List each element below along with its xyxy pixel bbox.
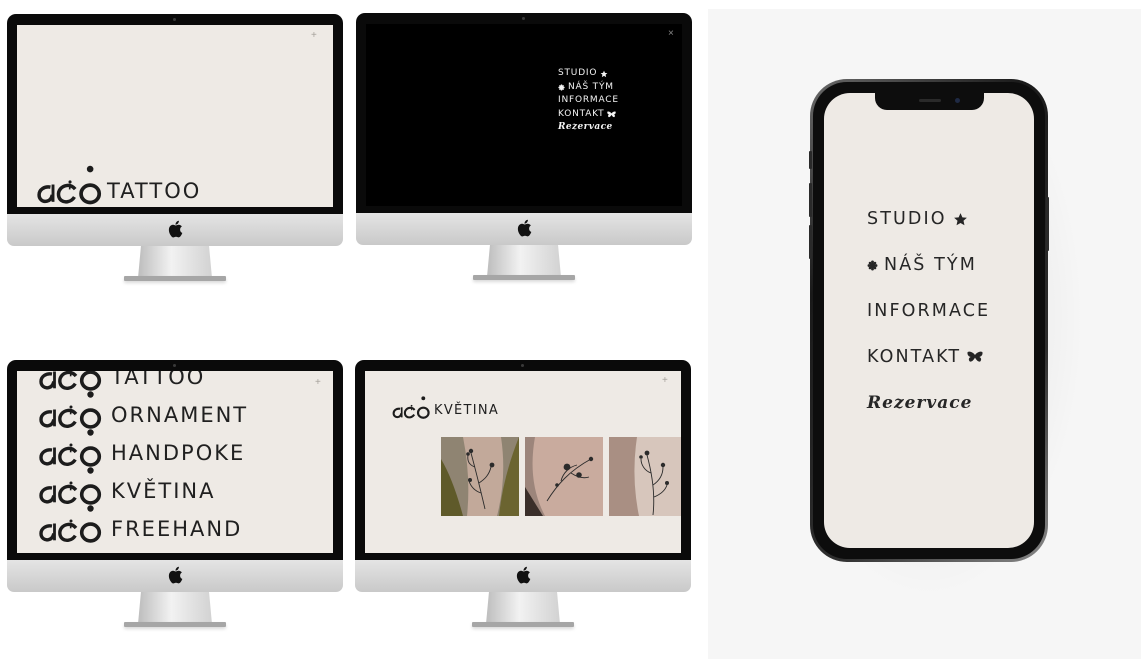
menu-item-rezervace[interactable]: Rezervace [558, 121, 619, 135]
apple-logo-icon [515, 566, 531, 584]
style-label: ORNAMENT [111, 403, 249, 427]
brand-word: TATTOO [107, 179, 202, 203]
mobile-menu: STUDIO NÁŠ TÝM INFORMACE KONTAKT Rezerva… [867, 196, 990, 426]
plus-icon[interactable]: + [311, 31, 317, 41]
menu-item-label: KONTAKT [558, 108, 605, 119]
menu-item-label: INFORMACE [558, 95, 619, 106]
brand-logo-icon [34, 371, 106, 391]
phone-camera [955, 98, 960, 103]
style-label: HANDPOKE [111, 441, 246, 465]
style-label: FREEHAND [111, 517, 243, 541]
menu-item-label: NÁŠ TÝM [884, 255, 977, 275]
plus-icon[interactable]: + [315, 378, 321, 388]
style-row-tattoo[interactable]: TATTOO [34, 371, 205, 391]
iphone-mockup: STUDIO NÁŠ TÝM INFORMACE KONTAKT Rezerva… [809, 79, 1049, 562]
menu-item-informace[interactable]: INFORMACE [558, 94, 619, 108]
style-row-freehand[interactable]: FREEHAND [34, 503, 242, 543]
apple-logo-icon [516, 219, 532, 237]
imac-frame: + TATTOO ORNAMENT HANDPOKE KVĚTINA FREEH… [7, 360, 343, 560]
menu-item-nas-tym[interactable]: NÁŠ TÝM [558, 81, 619, 95]
styles-screen: + TATTOO ORNAMENT HANDPOKE KVĚTINA FREEH… [17, 371, 333, 553]
imac-gallery-mockup: + KVĚTINA [355, 360, 691, 630]
phone-bezel: STUDIO NÁŠ TÝM INFORMACE KONTAKT Rezerva… [813, 82, 1045, 559]
tattoo-photo[interactable] [441, 437, 519, 516]
brand-logo-icon [36, 163, 102, 205]
star-icon [953, 212, 968, 227]
star-icon [600, 70, 608, 78]
imac-stand [486, 592, 560, 624]
style-row-kvetina[interactable]: KVĚTINA [34, 465, 216, 505]
phone-side-button [809, 225, 812, 259]
mobile-menu-item-studio[interactable]: STUDIO [867, 196, 990, 242]
plus-icon[interactable]: + [662, 376, 668, 386]
home-brand[interactable]: TATTOO [36, 163, 201, 205]
camera-dot [173, 364, 176, 367]
home-screen: + TATTOO [17, 25, 333, 207]
style-row-ornament[interactable]: ORNAMENT [34, 389, 248, 429]
menu-item-studio[interactable]: STUDIO [558, 67, 619, 81]
desktop-menu: STUDIO NÁŠ TÝM INFORMACE KONTAKT Rezerva… [558, 67, 619, 135]
menu-screen: × STUDIO NÁŠ TÝM INFORMACE KONTAKT Rezer… [366, 24, 682, 206]
style-label: TATTOO [111, 371, 206, 389]
imac-styles-mockup: + TATTOO ORNAMENT HANDPOKE KVĚTINA FREEH… [7, 360, 343, 630]
flower-icon [558, 84, 565, 91]
menu-item-label: Rezervace [558, 122, 613, 133]
tattoo-photo[interactable] [525, 437, 603, 516]
gallery-heading: KVĚTINA [391, 395, 499, 419]
menu-item-label: NÁŠ TÝM [568, 81, 614, 92]
phone-notch [875, 93, 984, 110]
mobile-menu-item-rezervace[interactable]: Rezervace [867, 380, 990, 426]
camera-dot [521, 364, 524, 367]
style-label: KVĚTINA [111, 479, 216, 503]
flower-icon [867, 260, 878, 271]
imac-stand [138, 246, 212, 278]
brand-logo-icon [34, 503, 106, 543]
apple-logo-icon [167, 220, 183, 238]
brand-logo-icon [34, 465, 106, 505]
butterfly-icon [607, 111, 616, 118]
menu-item-label: Rezervace [867, 393, 973, 413]
tattoo-photo[interactable] [609, 437, 681, 516]
phone-side-button [809, 183, 812, 217]
apple-logo-icon [167, 566, 183, 584]
camera-dot [173, 18, 176, 21]
menu-item-label: STUDIO [867, 209, 947, 229]
tattoo-photo-image [525, 437, 603, 516]
phone-side-button [809, 151, 812, 169]
butterfly-icon [967, 351, 983, 363]
style-row-handpoke[interactable]: HANDPOKE [34, 427, 245, 467]
camera-dot [522, 17, 525, 20]
menu-item-label: KONTAKT [867, 347, 962, 367]
tattoo-photo-image [609, 437, 681, 516]
phone-side-button [1046, 197, 1049, 251]
imac-stand-base [472, 622, 574, 627]
brand-logo-icon [34, 427, 106, 467]
imac-stand [487, 245, 561, 277]
mobile-menu-item-informace[interactable]: INFORMACE [867, 288, 990, 334]
mobile-menu-item-nas-tym[interactable]: NÁŠ TÝM [867, 242, 990, 288]
imac-frame: × STUDIO NÁŠ TÝM INFORMACE KONTAKT Rezer… [356, 13, 692, 213]
close-icon[interactable]: × [668, 29, 674, 39]
imac-home-mockup: + TATTOO [7, 14, 343, 284]
brand-logo-icon [391, 395, 431, 419]
imac-stand-base [473, 275, 575, 280]
gallery-title: KVĚTINA [434, 403, 500, 418]
imac-frame: + TATTOO [7, 14, 343, 214]
menu-item-kontakt[interactable]: KONTAKT [558, 108, 619, 122]
gallery-screen: + KVĚTINA [365, 371, 681, 553]
menu-item-label: INFORMACE [867, 301, 991, 321]
mobile-menu-item-kontakt[interactable]: KONTAKT [867, 334, 990, 380]
imac-stand [138, 592, 212, 624]
menu-item-label: STUDIO [558, 68, 598, 78]
imac-stand-base [124, 276, 226, 281]
imac-stand-base [124, 622, 226, 627]
phone-speaker [919, 99, 941, 102]
phone-screen: STUDIO NÁŠ TÝM INFORMACE KONTAKT Rezerva… [824, 93, 1034, 548]
imac-menu-mockup: × STUDIO NÁŠ TÝM INFORMACE KONTAKT Rezer… [356, 13, 692, 283]
imac-frame: + KVĚTINA [355, 360, 691, 560]
brand-logo-icon [34, 389, 106, 429]
tattoo-photo-image [441, 437, 519, 516]
